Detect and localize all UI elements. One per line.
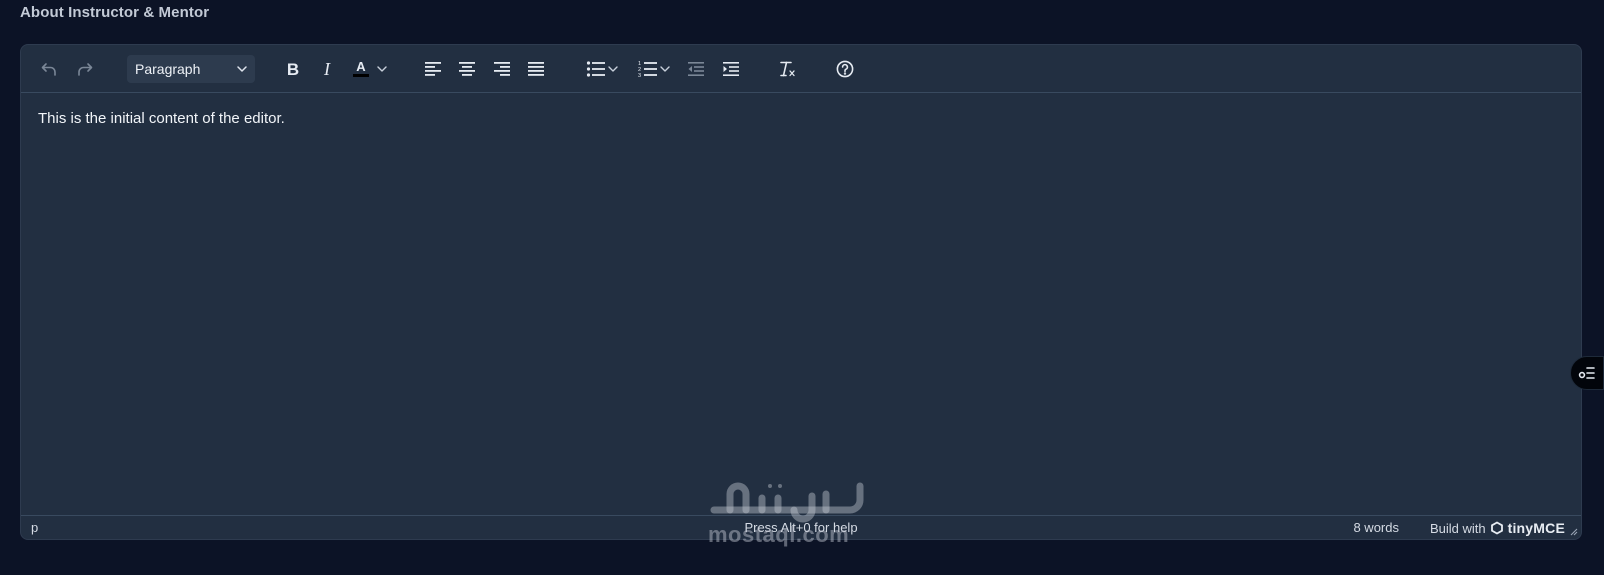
redo-button[interactable] (71, 54, 99, 84)
outdent-icon (688, 62, 704, 76)
word-count[interactable]: 8 words (1353, 520, 1399, 535)
indent-button[interactable] (717, 54, 745, 84)
toggle-list-icon (1578, 367, 1595, 379)
align-right-icon (494, 62, 510, 76)
editor-statusbar: p Press Alt+0 for help 8 words Build wit… (21, 515, 1581, 539)
block-format-value: Paragraph (135, 61, 201, 77)
align-left-icon (425, 62, 441, 76)
help-hint: Press Alt+0 for help (744, 520, 858, 535)
align-left-button[interactable] (419, 54, 447, 84)
align-justify-icon (528, 62, 544, 76)
floating-side-widget[interactable] (1570, 356, 1604, 390)
clear-formatting-button[interactable] (773, 54, 801, 84)
undo-button[interactable] (35, 54, 63, 84)
brand-prefix: Build with (1429, 520, 1486, 536)
tinymce-logo-icon (1490, 521, 1503, 535)
align-center-icon (459, 62, 475, 76)
svg-text:B: B (287, 60, 299, 79)
bullet-list-icon (586, 61, 605, 77)
chevron-down-icon (608, 66, 618, 72)
outdent-button[interactable] (682, 54, 710, 84)
bold-icon: B (287, 60, 299, 79)
element-path[interactable]: p (31, 520, 38, 535)
brand-name: tinyMCE (1507, 520, 1565, 536)
numbered-list-icon: 1 2 3 (638, 61, 657, 78)
field-label: About Instructor & Mentor (20, 4, 210, 21)
tinymce-branding-link[interactable]: Build with tinyMCE (1430, 520, 1565, 536)
clear-formatting-icon (780, 61, 795, 77)
chevron-down-icon (660, 66, 670, 72)
svg-text:A: A (356, 59, 366, 74)
chevron-down-icon (377, 66, 387, 72)
italic-icon: I (323, 59, 331, 79)
resize-handle-icon[interactable] (1568, 526, 1578, 536)
chevron-down-icon (237, 66, 247, 72)
numbered-list-button[interactable]: 1 2 3 (633, 54, 677, 84)
text-color-button[interactable]: A (347, 54, 393, 84)
svg-text:I: I (323, 59, 331, 79)
svg-text:3: 3 (638, 73, 641, 78)
block-format-select[interactable]: Paragraph (127, 55, 255, 83)
redo-icon (78, 63, 93, 76)
indent-icon (723, 62, 739, 76)
editor-content-area[interactable]: This is the initial content of the edito… (21, 93, 1581, 515)
help-button[interactable] (831, 54, 859, 84)
editor-toolbar: Paragraph B I A 1 2 3 (21, 45, 1581, 93)
rich-text-editor: Paragraph B I A 1 2 3 This is the initia… (20, 44, 1582, 540)
help-icon (836, 60, 854, 78)
content-paragraph: This is the initial content of the edito… (38, 110, 285, 127)
bullet-list-button[interactable] (581, 54, 625, 84)
align-right-button[interactable] (488, 54, 516, 84)
text-color-icon: A (353, 59, 369, 77)
italic-button[interactable]: I (313, 54, 341, 84)
page: About Instructor & Mentor Paragraph B I … (0, 0, 1604, 575)
undo-icon (41, 63, 56, 76)
align-justify-button[interactable] (522, 54, 550, 84)
bold-button[interactable]: B (279, 54, 307, 84)
align-center-button[interactable] (453, 54, 481, 84)
